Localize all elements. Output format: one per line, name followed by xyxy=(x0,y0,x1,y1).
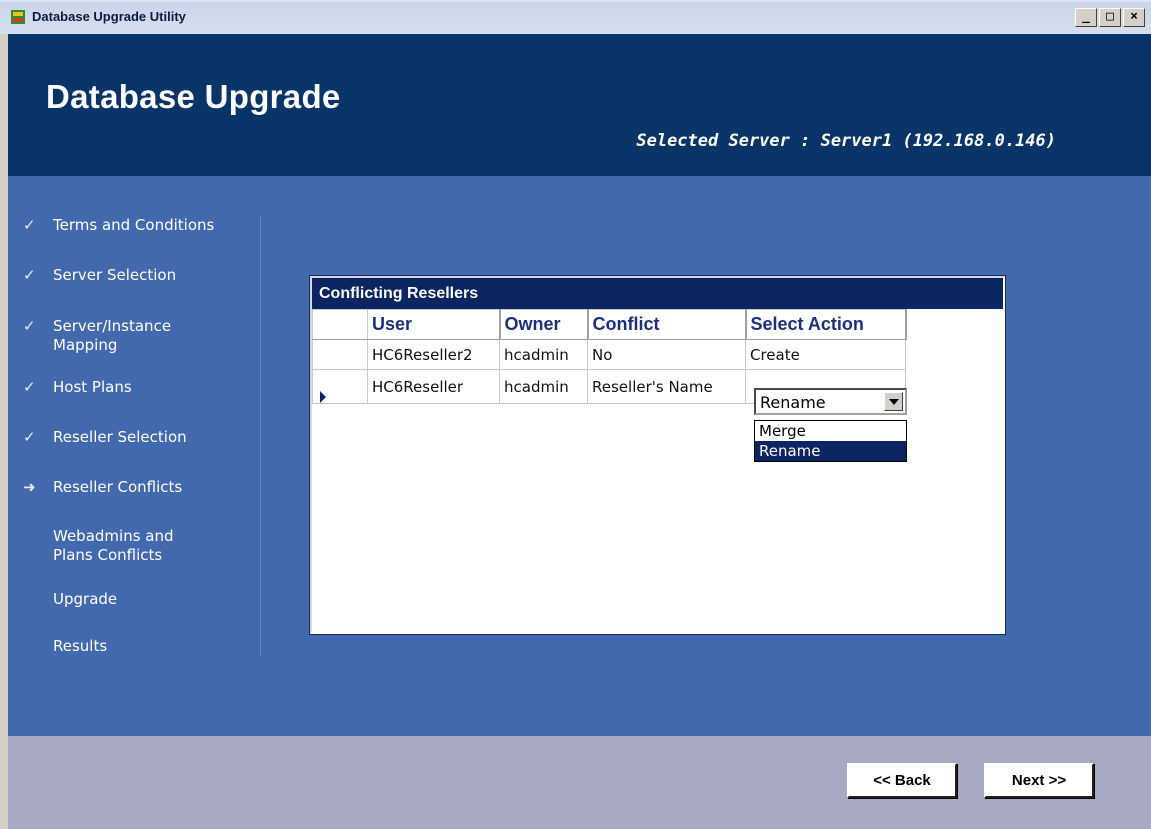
close-button[interactable]: × xyxy=(1123,8,1145,27)
table-header-row: User Owner Conflict Select Action xyxy=(312,309,907,340)
step-label: Reseller Selection xyxy=(53,428,187,446)
step-label: Terms and Conditions xyxy=(53,216,215,234)
arrow-right-icon: ➜ xyxy=(23,478,36,496)
main-content: ✓ Terms and Conditions ✓ Server Selectio… xyxy=(8,176,1151,736)
action-select[interactable]: Rename xyxy=(754,388,907,415)
table-row[interactable]: HC6Reseller2 hcadmin No Create xyxy=(312,339,906,370)
step-label: Upgrade xyxy=(53,590,118,608)
app-icon xyxy=(11,10,25,24)
option-merge[interactable]: Merge xyxy=(755,421,906,441)
step-label: Server Selection xyxy=(53,266,177,284)
window-left-border xyxy=(0,34,8,829)
minimize-button[interactable]: _ xyxy=(1075,8,1097,27)
cell-user[interactable]: HC6Reseller2 xyxy=(367,339,500,370)
back-button[interactable]: << Back xyxy=(847,763,957,798)
cell-action[interactable]: Create xyxy=(745,339,906,370)
maximize-button[interactable]: □ xyxy=(1099,8,1121,27)
column-header-conflict[interactable]: Conflict xyxy=(587,309,747,340)
column-header-owner[interactable]: Owner xyxy=(499,309,589,340)
step-label: Reseller Conflicts xyxy=(53,478,183,496)
column-header-user[interactable]: User xyxy=(367,309,501,340)
checkmark-icon: ✓ xyxy=(23,317,36,335)
cell-owner[interactable]: hcadmin xyxy=(499,339,588,370)
wizard-footer: << Back Next >> xyxy=(8,736,1151,829)
conflicting-resellers-grid: Conflicting Resellers User Owner Conflic… xyxy=(310,276,1005,634)
window-title: Database Upgrade Utility xyxy=(32,9,186,24)
row-selector[interactable] xyxy=(312,339,368,370)
chevron-down-icon[interactable] xyxy=(884,392,903,411)
action-options-list[interactable]: Merge Rename xyxy=(754,420,907,462)
cell-conflict[interactable]: Reseller's Name xyxy=(587,369,746,404)
checkmark-icon: ✓ xyxy=(23,216,36,234)
window-title-bar[interactable]: Database Upgrade Utility _ □ × xyxy=(0,0,1151,35)
checkmark-icon: ✓ xyxy=(23,266,36,284)
action-select-value: Rename xyxy=(760,393,826,412)
option-rename[interactable]: Rename xyxy=(755,441,906,461)
next-button[interactable]: Next >> xyxy=(984,763,1094,798)
column-header-select-action[interactable]: Select Action xyxy=(745,309,907,340)
cell-conflict[interactable]: No xyxy=(587,339,746,370)
checkmark-icon: ✓ xyxy=(23,428,36,446)
step-label: Webadmins and Plans Conflicts xyxy=(53,527,174,564)
page-title: Database Upgrade xyxy=(46,78,341,115)
cell-owner[interactable]: hcadmin xyxy=(499,369,588,404)
row-selector-header xyxy=(312,309,368,340)
wizard-steps-nav: ✓ Terms and Conditions ✓ Server Selectio… xyxy=(8,176,260,656)
nav-divider xyxy=(260,216,261,656)
cell-user[interactable]: HC6Reseller xyxy=(367,369,500,404)
step-label: Host Plans xyxy=(53,378,132,396)
grid-caption: Conflicting Resellers xyxy=(312,278,1003,309)
checkmark-icon: ✓ xyxy=(23,378,36,396)
current-row-indicator-icon xyxy=(320,391,326,403)
selected-server-label: Selected Server : Server1 (192.168.0.146… xyxy=(636,131,1056,151)
step-label: Server/Instance Mapping xyxy=(53,317,172,354)
page-header: Database Upgrade Selected Server : Serve… xyxy=(8,34,1151,176)
step-label: Results xyxy=(53,637,108,655)
